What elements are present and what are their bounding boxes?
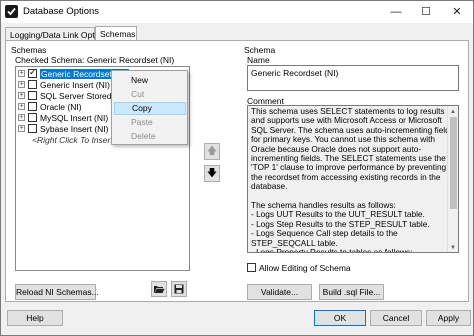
open-schema-button[interactable] <box>151 281 167 297</box>
maximize-button[interactable]: ☐ <box>411 1 441 23</box>
floppy-disk-icon <box>174 284 184 294</box>
expand-icon[interactable]: + <box>18 70 25 77</box>
arrow-down-icon: 🡇 <box>206 168 218 179</box>
save-schema-button[interactable] <box>171 281 187 297</box>
expand-icon[interactable]: + <box>18 81 25 88</box>
tree-item-label: MySQL Insert (NI) <box>40 113 109 123</box>
move-up-button[interactable]: 🡅 <box>204 143 220 160</box>
tree-item-checkbox[interactable] <box>28 113 37 122</box>
comment-text: This schema uses SELECT statements to lo… <box>251 106 454 253</box>
expand-icon[interactable]: + <box>18 92 25 99</box>
allow-editing-checkbox[interactable] <box>247 263 256 272</box>
scroll-down-icon[interactable]: ▼ <box>450 244 456 252</box>
move-down-button[interactable]: 🡇 <box>204 165 220 182</box>
tree-item-checkbox[interactable] <box>28 102 37 111</box>
folder-open-icon <box>154 286 165 293</box>
database-options-window: Database Options — ☐ ✕ Logging/Data Link… <box>0 0 474 336</box>
ok-button[interactable]: OK <box>314 310 366 326</box>
comment-scrollbar[interactable]: ▲ ▼ <box>447 106 458 252</box>
tree-item-label: Oracle (NI) <box>40 102 82 112</box>
menu-item-paste[interactable]: Paste <box>114 116 186 129</box>
build-sql-file-button[interactable]: Build .sql File... <box>319 284 384 300</box>
apply-button[interactable]: Apply <box>426 310 471 326</box>
expand-icon[interactable]: + <box>18 125 25 132</box>
menu-item-delete[interactable]: Delete <box>114 130 186 143</box>
arrow-up-icon: 🡅 <box>206 146 218 157</box>
tree-item-checkbox[interactable] <box>28 80 37 89</box>
name-label: Name <box>247 55 270 65</box>
menu-item-cut[interactable]: Cut <box>114 88 186 101</box>
schema-comment-field[interactable]: This schema uses SELECT statements to lo… <box>247 105 459 253</box>
tree-item-checkbox[interactable] <box>28 124 37 133</box>
menu-item-new[interactable]: New <box>114 74 186 87</box>
close-button[interactable]: ✕ <box>442 1 472 23</box>
scroll-thumb[interactable] <box>450 117 457 209</box>
help-button[interactable]: Help <box>7 310 63 326</box>
expand-icon[interactable]: + <box>18 114 25 121</box>
checked-schema-label: Checked Schema: Generic Recordset (NI) <box>15 55 175 65</box>
tree-item-checkbox[interactable]: ✓ <box>28 67 37 78</box>
cancel-button[interactable]: Cancel <box>370 310 422 326</box>
schema-group-label: Schema <box>244 45 276 55</box>
schema-name-field[interactable]: Generic Recordset (NI) <box>247 65 459 91</box>
schemas-group-label: Schemas <box>11 45 47 55</box>
allow-editing-label: Allow Editing of Schema <box>259 263 351 273</box>
tree-item-label: Generic Insert (NI) <box>40 80 110 90</box>
reload-ni-schemas-button[interactable]: Reload NI Schemas... <box>15 284 99 300</box>
validate-button[interactable]: Validate... <box>247 284 312 300</box>
tab-schemas[interactable]: Schemas <box>95 26 137 41</box>
menu-item-copy[interactable]: Copy <box>114 102 186 115</box>
window-title: Database Options <box>23 6 100 17</box>
expand-icon[interactable]: + <box>18 103 25 110</box>
tab-logging-data-link-options[interactable]: Logging/Data Link Options <box>5 27 110 41</box>
scroll-up-icon[interactable]: ▲ <box>450 108 456 117</box>
minimize-button[interactable]: — <box>381 1 411 23</box>
app-checkmark-icon <box>5 5 18 18</box>
tree-item-checkbox[interactable] <box>28 91 37 100</box>
context-menu: New Cut Copy Paste Delete <box>111 70 188 145</box>
tree-item-label: Sybase Insert (NI) <box>40 124 109 134</box>
title-bar[interactable]: Database Options — ☐ ✕ <box>1 1 473 23</box>
checkmark-icon: ✓ <box>29 67 37 77</box>
